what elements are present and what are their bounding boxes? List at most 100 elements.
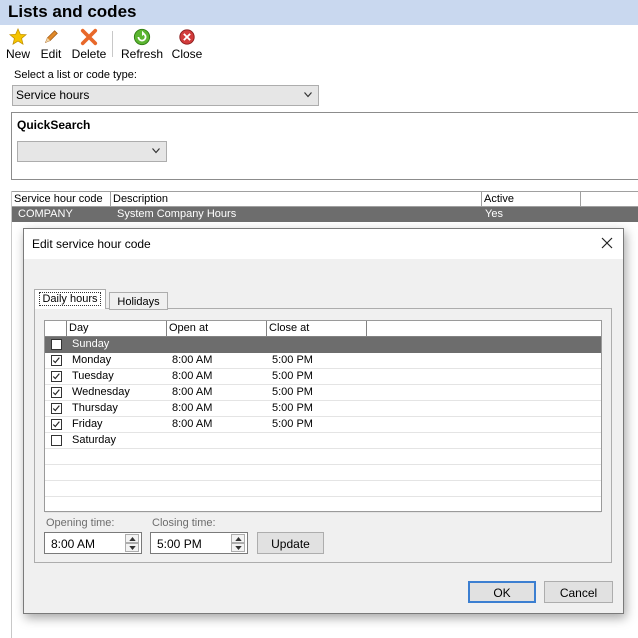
column-header-check	[45, 321, 67, 336]
day-row[interactable]: Thursday 8:00 AM 5:00 PM	[45, 401, 601, 417]
checkmark-icon	[52, 421, 60, 428]
edit-service-hour-dialog: Edit service hour code Daily hours Holid…	[23, 228, 624, 614]
edit-label: Edit	[40, 47, 62, 61]
closing-time-value: 5:00 PM	[157, 537, 202, 551]
refresh-label: Refresh	[120, 47, 164, 61]
chevron-up-icon	[129, 537, 136, 541]
opening-time-label: Opening time:	[46, 517, 115, 529]
star-icon	[9, 28, 27, 45]
day-name: Tuesday	[72, 370, 114, 382]
column-header-active[interactable]: Active	[482, 192, 581, 207]
grid-header: Service hour code Description Active	[12, 191, 638, 207]
list-type-select[interactable]: Service hours	[12, 85, 319, 106]
day-close-time: 5:00 PM	[272, 354, 313, 366]
day-close-time: 5:00 PM	[272, 402, 313, 414]
day-checkbox[interactable]	[51, 387, 62, 398]
day-checkbox[interactable]	[51, 339, 62, 350]
opening-time-spinner[interactable]	[125, 534, 139, 552]
day-row[interactable]: Monday 8:00 AM 5:00 PM	[45, 353, 601, 369]
empty-row	[45, 449, 601, 465]
new-button[interactable]: New	[4, 27, 32, 61]
empty-row	[45, 497, 601, 513]
tab-holidays[interactable]: Holidays	[109, 292, 168, 310]
chevron-down-icon	[235, 546, 242, 550]
empty-row	[45, 481, 601, 497]
day-close-time: 5:00 PM	[272, 418, 313, 430]
delete-label: Delete	[71, 47, 107, 61]
delete-button[interactable]: Delete	[70, 27, 108, 61]
day-row[interactable]: Friday 8:00 AM 5:00 PM	[45, 417, 601, 433]
empty-row	[45, 465, 601, 481]
day-close-time: 5:00 PM	[272, 370, 313, 382]
day-row[interactable]: Tuesday 8:00 AM 5:00 PM	[45, 369, 601, 385]
chevron-down-icon	[304, 92, 312, 98]
row-description: System Company Hours	[117, 208, 237, 220]
edit-button[interactable]: Edit	[38, 27, 64, 61]
day-open-time: 8:00 AM	[172, 386, 213, 398]
day-checkbox[interactable]	[51, 435, 62, 446]
day-checkbox[interactable]	[51, 355, 62, 366]
tab-holidays-label: Holidays	[117, 296, 160, 308]
daily-grid-header: Day Open at Close at	[45, 321, 601, 337]
column-header-description[interactable]: Description	[111, 192, 482, 207]
tab-daily-hours-label: Daily hours	[39, 292, 101, 306]
day-close-time: 5:00 PM	[272, 386, 313, 398]
column-header-close[interactable]: Close at	[267, 321, 367, 336]
day-row[interactable]: Sunday	[45, 337, 601, 353]
checkmark-icon	[52, 373, 60, 380]
list-type-value: Service hours	[16, 88, 90, 102]
opening-time-up[interactable]	[125, 534, 139, 543]
x-icon	[80, 28, 98, 46]
day-open-time: 8:00 AM	[172, 370, 213, 382]
opening-time-input[interactable]: 8:00 AM	[44, 532, 142, 554]
checkmark-icon	[52, 389, 60, 396]
refresh-button[interactable]: Refresh	[120, 27, 164, 61]
day-name: Sunday	[72, 338, 110, 350]
dialog-title: Edit service hour code	[24, 229, 623, 259]
list-type-label: Select a list or code type:	[14, 69, 137, 81]
closing-time-spinner[interactable]	[231, 534, 245, 552]
chevron-up-icon	[235, 537, 242, 541]
closing-time-down[interactable]	[231, 543, 245, 552]
quicksearch-title: QuickSearch	[17, 118, 91, 132]
day-open-time: 8:00 AM	[172, 418, 213, 430]
close-circle-icon	[179, 29, 195, 45]
column-header-open[interactable]: Open at	[167, 321, 267, 336]
new-label: New	[5, 47, 30, 61]
closing-time-up[interactable]	[231, 534, 245, 543]
day-open-time: 8:00 AM	[172, 402, 213, 414]
close-icon[interactable]	[601, 237, 613, 249]
row-active: Yes	[485, 208, 503, 220]
close-label: Close	[171, 47, 203, 61]
row-code: COMPANY	[18, 208, 73, 220]
day-row[interactable]: Saturday	[45, 433, 601, 449]
day-checkbox[interactable]	[51, 371, 62, 382]
closing-time-input[interactable]: 5:00 PM	[150, 532, 248, 554]
opening-time-down[interactable]	[125, 543, 139, 552]
day-checkbox[interactable]	[51, 403, 62, 414]
window-title: Lists and codes	[0, 0, 638, 25]
refresh-icon	[133, 28, 151, 46]
table-row[interactable]: COMPANY System Company Hours Yes	[12, 207, 638, 222]
cancel-button[interactable]: Cancel	[544, 581, 613, 603]
close-button[interactable]: Close	[170, 27, 204, 61]
toolbar: New Edit Delete Refresh Close	[0, 25, 638, 63]
opening-time-value: 8:00 AM	[51, 537, 96, 551]
day-open-time: 8:00 AM	[172, 354, 213, 366]
day-name: Monday	[72, 354, 112, 366]
column-header-code[interactable]: Service hour code	[12, 192, 111, 207]
quicksearch-select[interactable]	[17, 141, 167, 162]
day-name: Saturday	[72, 434, 117, 446]
day-name: Wednesday	[72, 386, 130, 398]
pencil-icon	[44, 30, 58, 44]
toolbar-separator	[112, 31, 113, 57]
checkmark-icon	[52, 357, 60, 364]
column-header-day[interactable]: Day	[67, 321, 167, 336]
day-row[interactable]: Wednesday 8:00 AM 5:00 PM	[45, 385, 601, 401]
tab-daily-hours[interactable]: Daily hours	[34, 289, 106, 309]
day-checkbox[interactable]	[51, 419, 62, 430]
chevron-down-icon	[129, 546, 136, 550]
update-button[interactable]: Update	[257, 532, 324, 554]
ok-button[interactable]: OK	[468, 581, 536, 603]
checkmark-icon	[52, 405, 60, 412]
